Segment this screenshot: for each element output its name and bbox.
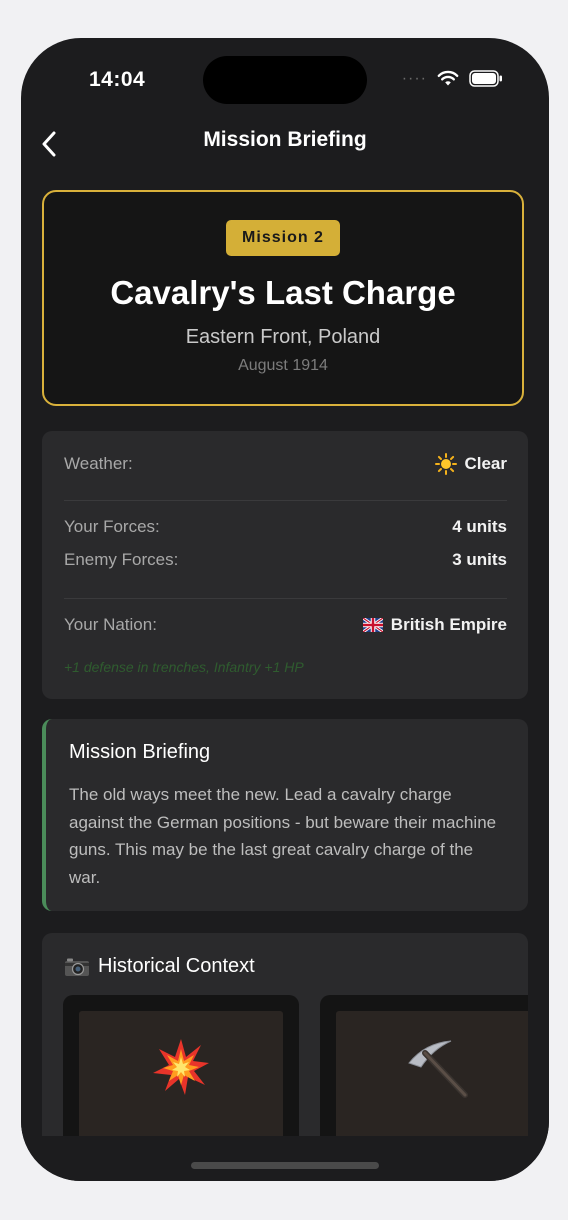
status-time: 14:04: [89, 68, 146, 91]
home-indicator-area: [21, 1136, 549, 1181]
page-title: Mission Briefing: [203, 128, 367, 151]
history-tile-image: [336, 1011, 528, 1136]
status-bar: 14:04 ····: [21, 38, 549, 128]
uk-flag-icon: [362, 618, 383, 632]
history-tile-image: [79, 1011, 283, 1136]
weather-value: Clear: [464, 454, 507, 473]
explosion-icon: [153, 1039, 209, 1095]
mission-header-card: Mission 2 Cavalry's Last Charge Eastern …: [42, 190, 524, 406]
divider: [64, 500, 507, 501]
mission-date: August 1914: [238, 357, 328, 374]
mission-info-card: Weather: Clear Your Forces: 4 units Enem…: [42, 431, 528, 699]
your-forces-label: Your Forces:: [64, 517, 160, 536]
signal-icon: ····: [401, 69, 427, 87]
scroll-content[interactable]: Mission 2 Cavalry's Last Charge Eastern …: [21, 168, 549, 1136]
briefing-card: Mission Briefing The old ways meet the n…: [42, 719, 528, 911]
dynamic-island: [203, 56, 367, 104]
enemy-forces-value: 3 units: [452, 550, 507, 569]
history-tile[interactable]: [320, 995, 528, 1136]
status-icons: ····: [402, 70, 503, 87]
history-title: Historical Context: [98, 955, 255, 977]
weather-row: Weather: Clear: [64, 453, 507, 475]
mission-title: Cavalry's Last Charge: [110, 274, 456, 311]
your-forces-row: Your Forces: 4 units: [64, 517, 507, 537]
divider: [64, 598, 507, 599]
your-forces-value: 4 units: [452, 517, 507, 536]
phone-screen: 14:04 ···· Mission Briefing Mission 2 Ca…: [21, 38, 549, 1181]
mission-location: Eastern Front, Poland: [185, 326, 381, 348]
camera-icon: [65, 958, 89, 976]
home-indicator[interactable]: [191, 1162, 379, 1169]
nation-bonus: +1 defense in trenches, Infantry +1 HP: [64, 659, 304, 675]
history-tile[interactable]: [63, 995, 299, 1136]
nation-value: British Empire: [390, 615, 507, 634]
navigation-bar: Mission Briefing: [21, 118, 549, 170]
mission-badge: Mission 2: [226, 220, 340, 256]
enemy-forces-row: Enemy Forces: 3 units: [64, 550, 507, 570]
nation-label: Your Nation:: [64, 615, 157, 634]
sun-icon: [435, 453, 458, 475]
historical-context-card: Historical Context: [42, 933, 528, 1136]
pickaxe-icon: [408, 1040, 468, 1098]
enemy-forces-label: Enemy Forces:: [64, 550, 179, 569]
briefing-text: The old ways meet the new. Lead a cavalr…: [69, 785, 497, 887]
battery-icon: [469, 70, 502, 87]
briefing-title: Mission Briefing: [69, 741, 211, 763]
weather-label: Weather:: [64, 454, 133, 473]
wifi-icon: [437, 70, 459, 86]
nation-row: Your Nation: British Empire: [64, 615, 507, 635]
